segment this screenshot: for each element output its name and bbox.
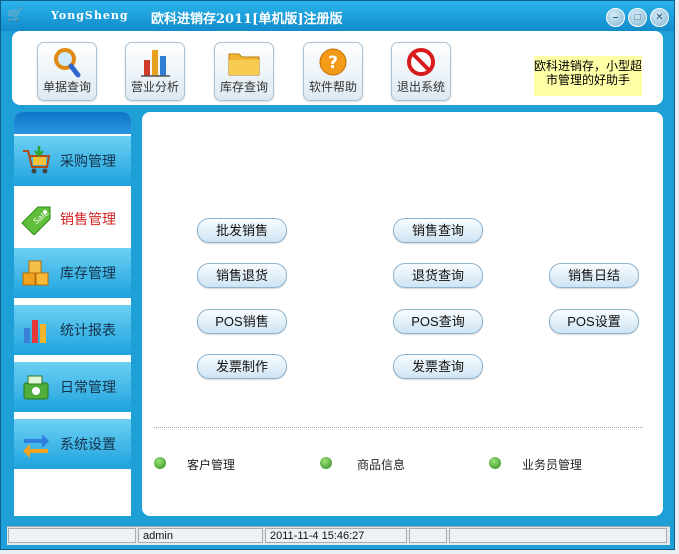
- sidebar-item-inventory[interactable]: 库存管理: [14, 246, 131, 298]
- stock-query-button[interactable]: 库存查询: [214, 42, 274, 101]
- status-cell-empty: [8, 528, 136, 543]
- business-analysis-label: 营业分析: [130, 80, 179, 94]
- status-cell-empty: [409, 528, 447, 543]
- sidebar-item-label: 统计报表: [60, 322, 116, 338]
- invoice-make-button[interactable]: 发票制作: [197, 354, 287, 379]
- sidebar-item-settings[interactable]: 系统设置: [14, 417, 131, 469]
- sale-tag-icon: Sale: [21, 206, 51, 235]
- pos-settings-button[interactable]: POS设置: [549, 309, 639, 334]
- window-title: 欧科进销存2011[单机版]注册版: [151, 12, 343, 27]
- software-help-button[interactable]: ? 软件帮助: [303, 42, 363, 101]
- main-window: 🛒 YongSheng 欧科进销存2011[单机版]注册版 – □ ✕ 单据查询…: [0, 0, 675, 550]
- boxes-icon: [22, 260, 49, 286]
- status-user: admin: [138, 528, 263, 543]
- shopping-cart-icon: [23, 146, 51, 174]
- section-divider: [154, 427, 643, 428]
- cart-app-icon: 🛒: [7, 7, 24, 22]
- sidebar-item-label: 销售管理: [60, 211, 116, 227]
- sidebar: 采购管理 Sale 销售管理 库存管理 统计报表 日常管理 系统设置: [14, 112, 131, 516]
- promo-note: 欧科进销存，小型超市管理的好助手: [534, 56, 642, 96]
- daily-settlement-button[interactable]: 销售日结: [549, 263, 639, 288]
- status-bar: admin 2011-11-4 15:46:27: [7, 526, 670, 545]
- svg-text:?: ?: [328, 53, 338, 73]
- salesperson-bullet-icon: [489, 457, 501, 469]
- report-chart-icon: [24, 320, 46, 343]
- sidebar-item-label: 库存管理: [60, 265, 116, 281]
- maximize-button[interactable]: □: [628, 8, 647, 27]
- sidebar-item-reports[interactable]: 统计报表: [14, 303, 131, 355]
- no-entry-icon: [407, 48, 435, 76]
- pos-sales-button[interactable]: POS销售: [197, 309, 287, 334]
- sales-return-button[interactable]: 销售退货: [197, 263, 287, 288]
- help-icon: ?: [319, 48, 347, 76]
- business-analysis-button[interactable]: 营业分析: [125, 42, 185, 101]
- sidebar-item-label: 系统设置: [60, 436, 116, 452]
- brand-text: YongSheng: [51, 9, 129, 22]
- sidebar-item-daily[interactable]: 日常管理: [14, 360, 131, 412]
- toolbar: 单据查询 营业分析 库存查询 ? 软件帮助 退出系统 欧科进销存，小型超市管理的…: [12, 31, 663, 105]
- search-magnifier-icon: [54, 48, 81, 78]
- voucher-query-label: 单据查询: [42, 80, 91, 94]
- close-button[interactable]: ✕: [650, 8, 669, 27]
- exit-system-button[interactable]: 退出系统: [391, 42, 451, 101]
- sidebar-item-label: 日常管理: [60, 379, 116, 395]
- customer-bullet-icon: [154, 457, 166, 469]
- voucher-query-button[interactable]: 单据查询: [37, 42, 97, 101]
- swap-arrows-icon: [23, 434, 49, 458]
- bar-chart-icon: [141, 50, 170, 77]
- title-bar[interactable]: 🛒 YongSheng 欧科进销存2011[单机版]注册版 – □ ✕: [1, 1, 674, 31]
- customer-link[interactable]: 客户管理: [187, 456, 235, 473]
- product-bullet-icon: [320, 457, 332, 469]
- software-help-label: 软件帮助: [308, 80, 357, 94]
- sales-query-button[interactable]: 销售查询: [393, 218, 483, 243]
- invoice-query-button[interactable]: 发票查询: [393, 354, 483, 379]
- sidebar-item-label: 采购管理: [60, 153, 116, 169]
- stock-query-label: 库存查询: [219, 80, 268, 94]
- status-cell-empty: [449, 528, 667, 543]
- sidebar-item-purchase[interactable]: 采购管理: [14, 134, 131, 186]
- minimize-button[interactable]: –: [606, 8, 625, 27]
- pos-query-button[interactable]: POS查询: [393, 309, 483, 334]
- salesperson-link[interactable]: 业务员管理: [522, 456, 582, 473]
- product-link[interactable]: 商品信息: [357, 456, 405, 473]
- cash-register-icon: [23, 375, 49, 400]
- sales-panel: 批发销售 销售查询 销售退货 退货查询 销售日结 POS销售 POS查询 POS…: [142, 112, 663, 516]
- exit-system-label: 退出系统: [396, 80, 445, 94]
- folder-icon: [228, 53, 260, 76]
- return-query-button[interactable]: 退货查询: [393, 263, 483, 288]
- wholesale-button[interactable]: 批发销售: [197, 218, 287, 243]
- status-datetime: 2011-11-4 15:46:27: [265, 528, 407, 543]
- sidebar-item-sales[interactable]: Sale 销售管理: [14, 192, 131, 244]
- sidebar-header: [14, 112, 131, 134]
